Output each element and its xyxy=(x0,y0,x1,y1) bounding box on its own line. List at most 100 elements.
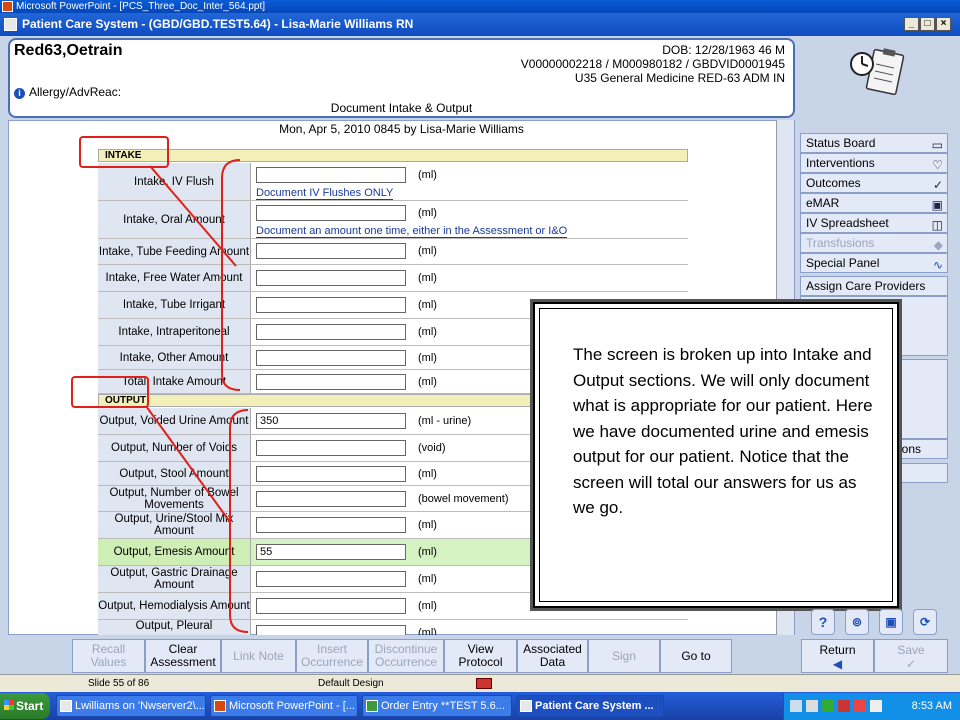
clear-assessment-button[interactable]: Clear Assessment xyxy=(145,639,221,673)
intake-oral-input[interactable] xyxy=(256,205,406,221)
intake-total-input[interactable] xyxy=(256,374,406,390)
pulse-icon: ∿ xyxy=(932,258,943,272)
row-label: Output, Emesis Amount xyxy=(98,539,251,565)
output-emesis-input[interactable] xyxy=(256,544,406,560)
close-button[interactable]: × xyxy=(936,17,951,31)
row-label: Intake, Oral Amount xyxy=(98,201,251,238)
sign-button[interactable]: Sign xyxy=(588,639,660,673)
link-note-button[interactable]: Link Note xyxy=(221,639,296,673)
row-unit: (ml) xyxy=(418,376,437,388)
intake-row: Intake, Tube Feeding Amount (ml) xyxy=(98,239,688,265)
output-stool-input[interactable] xyxy=(256,466,406,482)
menu-label: Status Board xyxy=(806,136,876,150)
row-unit: (ml) xyxy=(418,207,437,219)
taskbar-item-order-entry[interactable]: Order Entry **TEST 5.6... xyxy=(362,695,512,717)
taskbar-item-powerpoint[interactable]: Microsoft PowerPoint - [... xyxy=(210,695,358,717)
start-label: Start xyxy=(16,699,44,713)
output-urine-stool-mix-input[interactable] xyxy=(256,517,406,533)
system-tray: 8:53 AM xyxy=(783,693,960,720)
row-label: Output, Stool Amount xyxy=(98,462,251,485)
return-button[interactable]: Return ◀ xyxy=(801,639,874,673)
taskbar-item-lwilliams[interactable]: Lwilliams on 'Nwserver2\... xyxy=(56,695,206,717)
minimize-button[interactable]: _ xyxy=(904,17,919,31)
menu-assign-care-providers[interactable]: Assign Care Providers xyxy=(800,276,948,296)
intake-intraperitoneal-input[interactable] xyxy=(256,324,406,340)
app-icon xyxy=(4,18,17,31)
taskbar-item-patient-care[interactable]: Patient Care System ... xyxy=(516,695,664,717)
lock-button[interactable]: ▣ xyxy=(879,609,903,635)
slide-counter: Slide 55 of 86 xyxy=(88,678,150,689)
output-voids-input[interactable] xyxy=(256,440,406,456)
spelling-icon xyxy=(476,678,492,689)
allergy-line[interactable]: i Allergy/AdvReac: xyxy=(14,85,121,99)
intake-section-header: INTAKE xyxy=(98,149,688,162)
patient-dob: DOB: 12/28/1963 46 M xyxy=(662,43,785,57)
task-label: Patient Care System ... xyxy=(535,700,654,712)
row-label: Intake, Other Amount xyxy=(98,346,251,369)
menu-label: Special Panel xyxy=(806,256,880,270)
menu-label: Outcomes xyxy=(806,176,861,190)
checklist-icon: ✓ xyxy=(932,178,943,192)
app-icon xyxy=(366,700,378,712)
patient-location: U35 General Medicine RED-63 ADM IN xyxy=(574,71,785,85)
clock: 8:53 AM xyxy=(911,700,952,712)
menu-iv-spreadsheet[interactable]: IV Spreadsheet ◫ xyxy=(800,213,948,233)
intake-other-input[interactable] xyxy=(256,350,406,366)
search-button[interactable]: ⊚ xyxy=(845,609,869,635)
output-pleural-input[interactable] xyxy=(256,625,406,635)
row-label: Output, Hemodialysis Amount xyxy=(98,593,251,619)
row-label: Intake, Tube Feeding Amount xyxy=(98,239,251,264)
windows-logo-icon xyxy=(4,700,14,710)
menu-special-panel[interactable]: Special Panel ∿ xyxy=(800,253,948,273)
tray-icon[interactable] xyxy=(854,700,866,712)
design-name: Default Design xyxy=(318,678,384,689)
patient-name: Red63,Oetrain xyxy=(14,42,123,59)
menu-transfusions[interactable]: Transfusions ◆ xyxy=(800,233,948,253)
recall-values-button[interactable]: Recall Values xyxy=(72,639,145,673)
menu-outcomes[interactable]: Outcomes ✓ xyxy=(800,173,948,193)
row-label: Intake, Intraperitoneal xyxy=(98,319,251,345)
iv-bag-icon: ◫ xyxy=(931,218,943,232)
intake-row: Intake, Oral Amount (ml) Document an amo… xyxy=(98,201,688,239)
tray-icon[interactable] xyxy=(790,700,802,712)
row-unit: (ml) xyxy=(418,326,437,338)
menu-interventions[interactable]: Interventions ♡ xyxy=(800,153,948,173)
clipboard-clock-icon xyxy=(850,48,905,96)
discontinue-occurrence-button[interactable]: Discontinue Occurrence xyxy=(368,639,444,673)
patient-ids: V00000002218 / M000980182 / GBDVID000194… xyxy=(520,57,785,71)
maximize-button[interactable]: □ xyxy=(920,17,935,31)
goto-button[interactable]: Go to xyxy=(660,639,732,673)
tray-icon[interactable] xyxy=(822,700,834,712)
associated-data-button[interactable]: Associated Data xyxy=(517,639,588,673)
output-hemodialysis-input[interactable] xyxy=(256,598,406,614)
save-button[interactable]: Save ✓ xyxy=(874,639,948,673)
task-label: Microsoft PowerPoint - [... xyxy=(229,700,355,712)
tray-icon[interactable] xyxy=(806,700,818,712)
start-button[interactable]: Start xyxy=(0,693,50,719)
menu-status-board[interactable]: Status Board ▭ xyxy=(800,133,948,153)
tray-icon[interactable] xyxy=(870,700,882,712)
app-icon xyxy=(520,700,532,712)
intake-iv-flush-input[interactable] xyxy=(256,167,406,183)
insert-occurrence-button[interactable]: Insert Occurrence xyxy=(296,639,368,673)
output-urine-input[interactable] xyxy=(256,413,406,429)
save-label: Save xyxy=(897,643,925,657)
row-unit: (ml) xyxy=(418,245,437,257)
output-row: Output, Pleural (ml) xyxy=(98,620,688,635)
view-protocol-button[interactable]: View Protocol xyxy=(444,639,517,673)
row-unit: (ml) xyxy=(418,299,437,311)
row-label: Intake, Tube Irrigant xyxy=(98,292,251,318)
output-gastric-input[interactable] xyxy=(256,571,406,587)
refresh-button[interactable]: ⟳ xyxy=(913,609,937,635)
output-bowel-movements-input[interactable] xyxy=(256,491,406,507)
checkmark-icon: ✓ xyxy=(905,657,917,671)
powerpoint-icon xyxy=(2,1,13,12)
intake-tube-irrigant-input[interactable] xyxy=(256,297,406,313)
intake-tube-feeding-input[interactable] xyxy=(256,243,406,259)
tray-icon[interactable] xyxy=(838,700,850,712)
row-label: Intake, IV Flush xyxy=(98,163,251,200)
menu-emar[interactable]: eMAR ▣ xyxy=(800,193,948,213)
row-label: Output, Voided Urine Amount xyxy=(98,408,251,434)
help-button[interactable]: ? xyxy=(811,609,835,635)
intake-free-water-input[interactable] xyxy=(256,270,406,286)
